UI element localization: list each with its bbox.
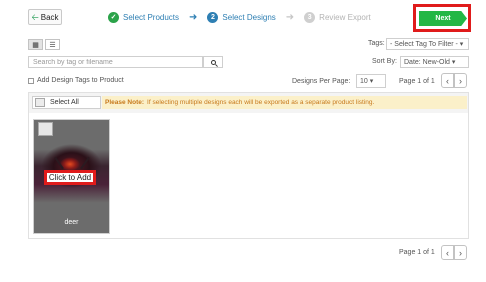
sort-value: Date: New-Old [404,59,450,66]
note-text: If selecting multiple designs each will … [147,99,375,106]
step-select-products: ✓ Select Products [108,11,180,23]
check-circle-icon: ✓ [108,11,119,23]
design-name: deer [34,212,109,233]
list-view-button[interactable]: ☰ [45,39,60,50]
note-title: Please Note: [105,99,145,106]
step-number-icon: 3 [304,11,316,23]
step-label: Select Products [123,12,180,22]
next-page-button[interactable]: › [454,73,467,88]
back-button[interactable]: 🡠 Back [28,9,62,25]
design-card[interactable]: Click to Add deer [33,119,110,234]
chevron-right-icon: › [459,75,462,86]
designs-per-page-select[interactable]: 10 ▾ [356,74,386,88]
grid-view-button[interactable]: ▦ [28,39,43,50]
add-design-tags-label: Add Design Tags to Product [37,77,124,84]
designs-per-page-label: Designs Per Page: [292,78,351,85]
next-button[interactable]: Next [419,11,467,26]
tags-filter-select[interactable]: - Select Tag To Filter - ▾ [386,38,469,50]
back-button-label: Back [40,12,59,22]
chevron-down-icon: ▾ [451,59,456,66]
checkbox-icon [35,98,45,107]
list-icon: ☰ [49,41,56,49]
progress-steps: ✓ Select Products ➜ 2 Select Designs ➜ 3… [108,10,371,24]
page-indicator-bottom: Page 1 of 1 [399,249,435,256]
chevron-left-icon: ‹ [446,75,449,86]
grid-icon: ▦ [32,41,39,49]
click-to-add-button[interactable]: Click to Add [44,170,96,185]
chevron-down-icon: ▾ [459,41,464,48]
arrow-right-icon: ➜ [189,11,198,23]
select-all-checkbox[interactable]: Select All [32,96,101,109]
chevron-left-icon: ‹ [446,247,449,258]
step-number-icon: 2 [207,11,219,23]
chevron-down-icon: ▾ [369,78,374,85]
panel-header: Select All Please Note: If selecting mul… [29,93,468,113]
design-select-checkbox[interactable] [38,122,53,136]
sort-select[interactable]: Date: New-Old ▾ [400,56,469,68]
tags-filter-value: - Select Tag To Filter - [390,41,458,48]
step-select-designs: 2 Select Designs [207,11,276,23]
designs-panel: Select All Please Note: If selecting mul… [28,92,469,239]
add-design-tags-checkbox[interactable]: Add Design Tags to Product [28,77,124,84]
next-button-highlight: Next [413,4,471,32]
step-review-export: 3 Review Export [304,11,371,23]
arrow-right-icon: ➜ [285,11,295,23]
designs-per-page-value: 10 [360,78,368,85]
select-all-label: Select All [50,99,79,106]
top-bar: 🡠 Back ✓ Select Products ➜ 2 Select Desi… [0,0,486,34]
note-banner: Please Note: If selecting multiple desig… [102,96,467,109]
arrow-left-icon: 🡠 [31,11,39,22]
search-button[interactable] [203,56,223,68]
checkbox-icon [28,77,34,84]
prev-page-button-bottom[interactable]: ‹ [441,245,454,260]
next-page-button-bottom[interactable]: › [454,245,467,260]
tags-label: Tags: [368,40,385,47]
search-icon [210,59,216,65]
sort-label: Sort By: [372,58,397,65]
search-input[interactable] [28,56,203,68]
step-label: Review Export [319,12,371,22]
prev-page-button[interactable]: ‹ [441,73,454,88]
chevron-right-icon: › [459,247,462,258]
step-label: Select Designs [222,12,276,22]
page-indicator: Page 1 of 1 [399,78,435,85]
